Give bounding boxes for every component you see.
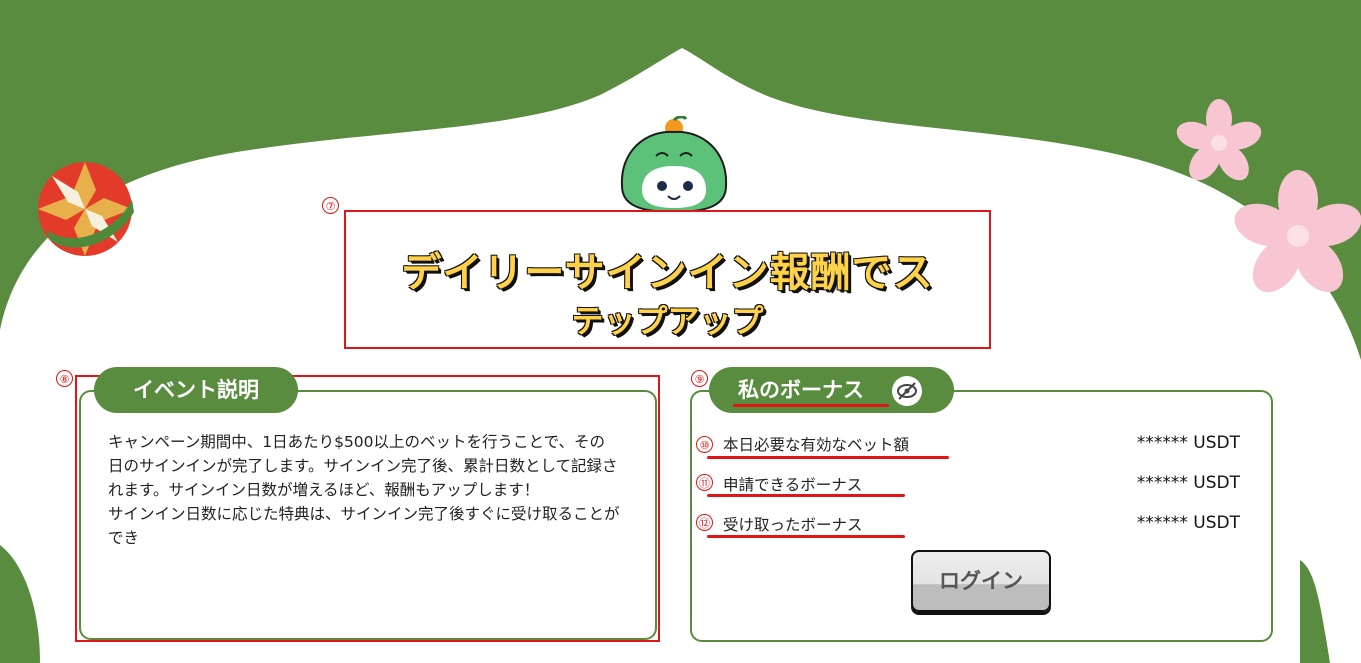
login-button[interactable]: ログイン [911, 550, 1051, 612]
annotation-marker-11: ⑪ [696, 474, 713, 491]
annotation-marker-12: ⑫ [696, 514, 713, 531]
annotation-marker-10: ⑩ [696, 436, 713, 453]
annotation-underline [707, 456, 949, 459]
annotation-marker-9: ⑨ [691, 370, 708, 387]
green-mascot-icon [620, 116, 728, 212]
claimable-bonus-value: ****** USDT [1136, 473, 1240, 493]
title-line-1: デイリーサインイン報酬でス [401, 250, 934, 296]
event-description-text: キャンペーン期間中、1日あたり$500以上のベットを行うことで、その日のサインイ… [108, 433, 620, 547]
annotation-underline [707, 494, 905, 497]
eye-off-icon[interactable] [892, 376, 922, 406]
title-line-2: テップアップ [571, 302, 764, 340]
required-bet-label: 本日必要な有効なベット額 [723, 436, 910, 454]
annotation-underline [733, 404, 889, 407]
temari-ball-icon [38, 162, 134, 256]
sakura-flower-icon [1234, 170, 1361, 293]
annotation-underline [707, 535, 905, 538]
claimable-bonus-label: 申請できるボーナス [723, 476, 863, 494]
event-description-tab: イベント説明 [94, 367, 298, 413]
annotation-marker-7: ⑦ [322, 197, 339, 214]
received-bonus-label: 受け取ったボーナス [723, 516, 863, 534]
annotation-marker-8: ⑧ [56, 370, 73, 387]
required-bet-value: ****** USDT [1136, 433, 1240, 453]
received-bonus-value: ****** USDT [1136, 513, 1240, 533]
page-title: デイリーサインイン報酬でス テップアップ [344, 210, 991, 349]
